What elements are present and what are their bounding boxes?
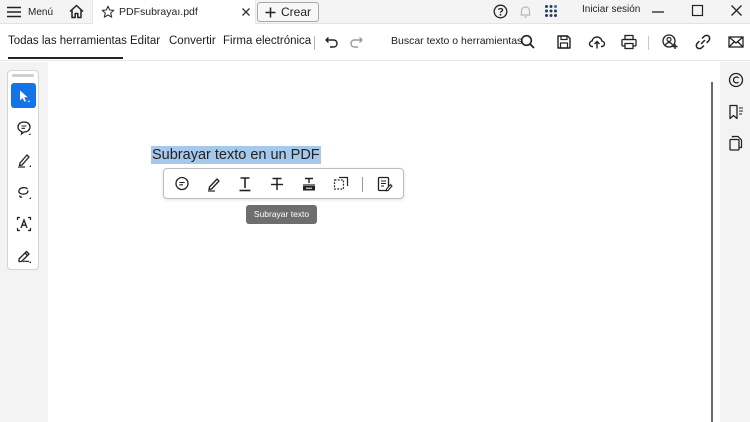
comment-icon[interactable] [173,175,191,193]
menu-label: Menú [28,6,54,18]
text-tool[interactable] [11,211,36,236]
all-tools-tab[interactable]: Todas las herramientas [8,35,127,47]
toolbar-divider [648,36,649,50]
quick-action-divider [362,177,363,192]
close-window-icon[interactable] [730,4,743,17]
highlight-pen-icon [17,153,31,168]
create-label: Crear [280,5,311,19]
undo-icon[interactable] [322,33,340,51]
tab-title: PDFsubrayaı.pdf [119,6,198,18]
sign-pen-icon [17,250,31,263]
link-icon[interactable] [694,33,712,51]
text-box-icon [16,216,31,231]
sign-in-link[interactable]: Iniciar sesión [582,0,640,24]
active-tab-underline [8,57,123,59]
sign-tool[interactable] [11,243,36,268]
help-icon[interactable] [493,4,508,19]
notification-bell-icon[interactable] [518,4,533,19]
copy-pages-icon[interactable] [727,134,745,152]
vertical-scrollbar[interactable] [711,82,713,422]
menu-button[interactable]: Menú [6,0,53,24]
print-icon[interactable] [620,33,638,51]
save-icon[interactable] [555,33,573,51]
search-icon[interactable] [519,33,537,51]
more-annotations-icon[interactable] [376,175,394,193]
email-icon[interactable] [727,33,745,51]
create-button[interactable]: Crear [257,2,319,22]
toolbar-divider [314,36,315,50]
strikethrough-icon[interactable] [268,175,286,193]
document-tab[interactable]: PDFsubrayaı.pdf [92,0,256,24]
cloud-upload-icon[interactable] [588,33,606,51]
underline-icon[interactable] [236,175,254,193]
share-user-icon[interactable] [661,33,679,51]
text-box-select-icon[interactable] [332,175,350,193]
close-tab-icon[interactable] [241,7,251,17]
select-tool[interactable] [11,83,36,108]
lasso-draw-icon [17,186,31,199]
selected-text[interactable]: Subrayar texto en un PDF [151,146,321,164]
apps-grid-icon[interactable] [544,4,558,18]
quick-action-toolbar [163,168,404,199]
convert-tab[interactable]: Convertir [169,35,216,47]
esign-tab[interactable]: Firma electrónica [223,35,311,47]
search-tools-field[interactable]: Buscar texto o herramientas [391,35,522,47]
replace-text-icon[interactable] [300,175,318,193]
select-arrow-icon [19,90,29,102]
title-bar: Menú PDFsubrayaı.pdf Crear Iniciar sesió… [0,0,750,24]
plus-icon [265,7,276,17]
highlight-tool[interactable] [11,147,36,172]
edit-tab[interactable]: Editar [130,35,160,47]
draw-tool[interactable] [11,179,36,204]
hamburger-menu-icon [7,6,21,18]
comment-icon [16,120,31,136]
annotation-tool-panel [7,70,39,270]
comments-panel-icon[interactable] [727,71,745,89]
main-toolbar: Todas las herramientas Editar Convertir … [0,24,750,61]
minimize-icon[interactable] [651,5,665,19]
star-icon[interactable] [101,5,115,19]
maximize-icon[interactable] [691,4,704,17]
bookmarks-icon[interactable] [727,103,745,121]
highlight-icon[interactable] [205,175,223,193]
panel-grip[interactable] [12,74,34,77]
comment-tool[interactable] [11,115,36,140]
tooltip: Subrayar texto [246,205,317,224]
redo-icon[interactable] [348,33,366,51]
home-icon[interactable] [68,3,85,20]
